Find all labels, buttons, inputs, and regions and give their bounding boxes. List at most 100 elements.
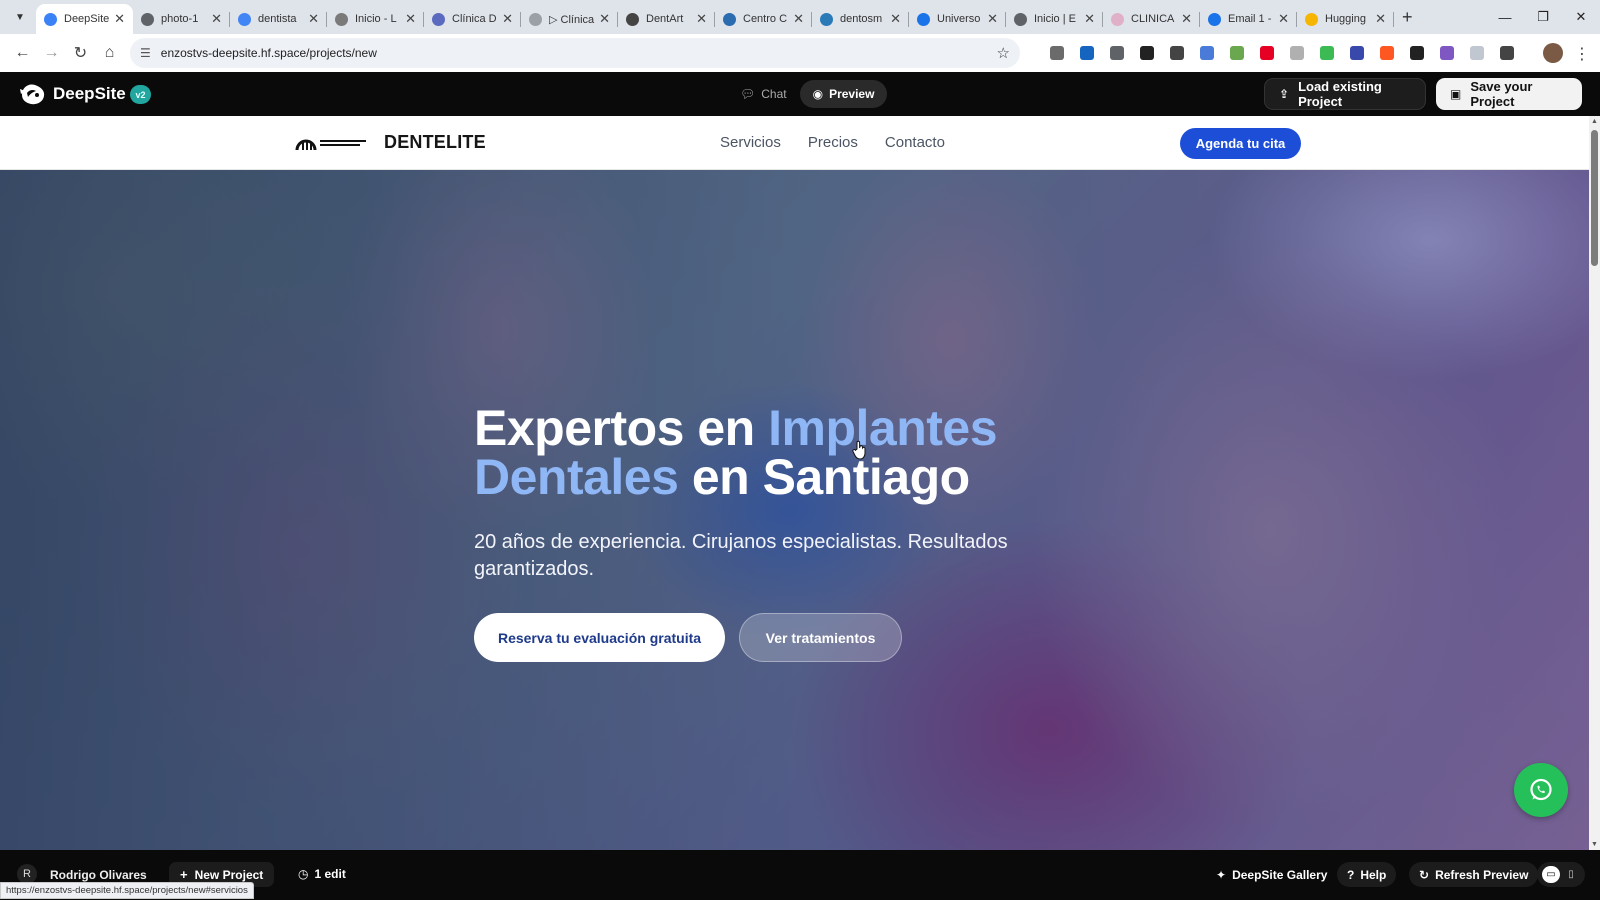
extension-icon[interactable] (1196, 44, 1218, 62)
extension-icon[interactable] (1466, 44, 1488, 62)
browser-tab[interactable]: Universo ✕ (909, 4, 1006, 34)
forward-icon[interactable]: → (37, 39, 66, 68)
browser-tab[interactable]: Inicio - L ✕ (327, 4, 424, 34)
reload-icon[interactable]: ↻ (66, 39, 95, 68)
hero-title-highlight2: Dentales (474, 449, 679, 505)
load-existing-project-button[interactable]: ⇪ Load existing Project (1264, 78, 1426, 110)
tab-title: Clínica D (452, 13, 497, 25)
browser-tab[interactable]: Hugging ✕ (1297, 4, 1394, 34)
menu-item-servicios[interactable]: Servicios (720, 134, 781, 151)
extension-icon[interactable] (1076, 44, 1098, 62)
browser-tab[interactable]: dentista ✕ (230, 4, 327, 34)
extension-icon[interactable] (1166, 44, 1188, 62)
tab-favicon-icon (723, 12, 736, 26)
tab-close-icon[interactable]: ✕ (308, 11, 319, 27)
site-brand[interactable]: DENTELITE (384, 132, 486, 153)
browser-menu-icon[interactable]: ⋮ (1574, 44, 1590, 64)
extension-icon[interactable] (1316, 44, 1338, 62)
profile-avatar[interactable] (1543, 43, 1563, 63)
browser-tab[interactable]: Email 1 - ✕ (1200, 4, 1297, 34)
gallery-label: DeepSite Gallery (1232, 867, 1328, 882)
extension-icon[interactable] (1106, 44, 1128, 62)
restore-icon[interactable]: ❐ (1524, 0, 1562, 34)
refresh-preview-button[interactable]: ↻ Refresh Preview (1409, 862, 1539, 887)
user-avatar[interactable]: R (17, 864, 37, 884)
site-info-icon[interactable]: ☰ (140, 46, 151, 60)
tab-close-icon[interactable]: ✕ (211, 11, 222, 27)
tab-preview[interactable]: ◉ Preview (799, 80, 888, 108)
browser-tab[interactable]: DentArt ✕ (618, 4, 715, 34)
browser-tab[interactable]: dentosm ✕ (812, 4, 909, 34)
scroll-up-icon[interactable]: ▲ (1591, 118, 1598, 125)
scroll-down-icon[interactable]: ▼ (1591, 841, 1598, 848)
free-evaluation-button[interactable]: Reserva tu evaluación gratuita (474, 613, 725, 662)
hero-photo-overlay (0, 170, 1589, 850)
browser-tab-strip: ▼ DeepSite ✕ photo-1 ✕ dentista ✕ Inicio - L ✕ C… (0, 0, 1600, 34)
tab-favicon-icon (335, 12, 348, 26)
close-window-icon[interactable]: ✕ (1562, 0, 1600, 34)
whatsapp-button[interactable] (1514, 763, 1568, 817)
tab-favicon-icon (1208, 12, 1221, 26)
tab-close-icon[interactable]: ✕ (502, 11, 513, 27)
itt-logo[interactable] (294, 130, 370, 154)
tab-close-icon[interactable]: ✕ (599, 11, 610, 27)
extension-icon[interactable] (1046, 44, 1068, 62)
preview-scrollbar[interactable]: ▲ ▼ (1589, 116, 1600, 850)
tab-close-icon[interactable]: ✕ (1278, 11, 1289, 27)
extension-icon[interactable] (1256, 44, 1278, 62)
browser-tab[interactable]: Centro C ✕ (715, 4, 812, 34)
desktop-view-icon[interactable]: ▭ (1542, 866, 1560, 883)
tab-close-icon[interactable]: ✕ (1375, 11, 1386, 27)
browser-tab[interactable]: Inicio | E ✕ (1006, 4, 1103, 34)
tab-close-icon[interactable]: ✕ (696, 11, 707, 27)
view-treatments-button[interactable]: Ver tratamientos (739, 613, 902, 662)
tab-close-icon[interactable]: ✕ (1181, 11, 1192, 27)
tab-favicon-icon (1305, 12, 1318, 26)
help-button[interactable]: ? Help (1337, 862, 1397, 887)
menu-item-contacto[interactable]: Contacto (885, 134, 945, 151)
hero-title: Expertos en Implantes Dentales en Santiag… (474, 403, 1114, 505)
scrollbar-thumb[interactable] (1591, 130, 1598, 266)
tab-close-icon[interactable]: ✕ (114, 11, 125, 27)
browser-tab[interactable]: CLINICA ✕ (1103, 4, 1200, 34)
tab-favicon-icon (1014, 12, 1027, 26)
browser-tab[interactable]: Clínica D ✕ (424, 4, 521, 34)
tab-close-icon[interactable]: ✕ (1084, 11, 1095, 27)
extension-icon[interactable] (1496, 44, 1518, 62)
deepsite-gallery-button[interactable]: ✦ DeepSite Gallery (1206, 862, 1337, 887)
edit-history-button[interactable]: ◷ 1 edit (298, 867, 346, 881)
tab-close-icon[interactable]: ✕ (793, 11, 804, 27)
tab-preview-label: Preview (829, 87, 875, 101)
tab-title: CLINICA (1131, 13, 1175, 25)
extension-icon[interactable] (1136, 44, 1158, 62)
username[interactable]: Rodrigo Olivares (50, 868, 147, 882)
tab-close-icon[interactable]: ✕ (890, 11, 901, 27)
url-text[interactable]: enzostvs-deepsite.hf.space/projects/new (161, 46, 997, 60)
menu-item-precios[interactable]: Precios (808, 134, 858, 151)
bookmark-star-icon[interactable]: ☆ (997, 44, 1010, 62)
tab-close-icon[interactable]: ✕ (987, 11, 998, 27)
extension-icon[interactable] (1346, 44, 1368, 62)
extension-icon[interactable] (1436, 44, 1458, 62)
home-icon[interactable]: ⌂ (95, 39, 124, 68)
browser-tab[interactable]: photo-1 ✕ (133, 4, 230, 34)
import-icon: ⇪ (1279, 87, 1290, 101)
back-icon[interactable]: ← (8, 39, 37, 68)
book-appointment-button[interactable]: Agenda tu cita (1180, 128, 1301, 159)
extension-icon[interactable] (1376, 44, 1398, 62)
address-bar[interactable]: ☰ enzostvs-deepsite.hf.space/projects/ne… (130, 38, 1020, 68)
mobile-view-icon[interactable]: ▯ (1562, 866, 1580, 883)
new-tab-button[interactable]: + (1402, 7, 1413, 28)
site-navbar: DENTELITE Servicios Precios Contacto Age… (0, 116, 1589, 170)
tab-chat[interactable]: 💬︎ Chat (727, 80, 800, 108)
eye-icon: ◉ (812, 87, 824, 101)
browser-tab[interactable]: ▷ Clínica ✕ (521, 4, 618, 34)
tab-search-icon[interactable]: ▼ (8, 5, 32, 29)
extension-icon[interactable] (1406, 44, 1428, 62)
minimize-icon[interactable]: — (1486, 0, 1524, 34)
extension-icon[interactable] (1226, 44, 1248, 62)
extension-icon[interactable] (1286, 44, 1308, 62)
save-project-button[interactable]: ▣ Save your Project (1436, 78, 1582, 110)
browser-tab[interactable]: DeepSite ✕ (36, 4, 133, 34)
tab-close-icon[interactable]: ✕ (405, 11, 416, 27)
